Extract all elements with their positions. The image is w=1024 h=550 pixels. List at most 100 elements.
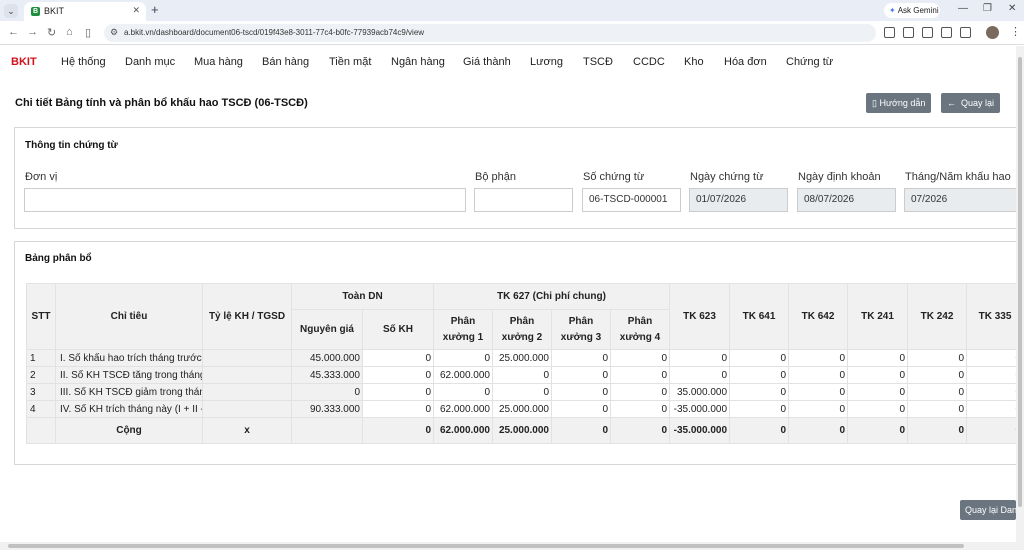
table-row: 1 I. Số khấu hao trích tháng trước 45.00… bbox=[26, 349, 1024, 367]
menu-chung-tu[interactable]: Chứng từ bbox=[786, 56, 833, 68]
row-stt: 1 bbox=[26, 349, 56, 367]
row-ws4: 0 bbox=[609, 349, 671, 367]
menu-ban-hang[interactable]: Bán hàng bbox=[262, 56, 309, 68]
total-tk335: 0 bbox=[966, 417, 1024, 444]
row-indicator: I. Số khấu hao trích tháng trước bbox=[55, 349, 203, 367]
back-arrow-icon[interactable]: ← bbox=[8, 26, 19, 38]
header-tk641: TK 641 bbox=[729, 283, 790, 350]
department-field[interactable] bbox=[474, 188, 573, 212]
page-title: Chi tiết Bảng tính và phân bổ khấu hao T… bbox=[15, 97, 308, 109]
menu-he-thong[interactable]: Hệ thống bbox=[61, 56, 106, 68]
row-tk642: 0 bbox=[788, 366, 849, 384]
menu-tscd[interactable]: TSCĐ bbox=[583, 56, 613, 68]
menu-tien-mat[interactable]: Tiền mặt bbox=[329, 56, 371, 68]
menu-mua-hang[interactable]: Mua hàng bbox=[194, 56, 243, 68]
row-stt: 4 bbox=[26, 400, 56, 418]
back-to-list-button[interactable]: Quay lại Danh sách bbox=[960, 500, 1016, 520]
row-ws1: 0 bbox=[433, 383, 493, 401]
tab-search-icon[interactable]: ⌄ bbox=[4, 4, 18, 18]
row-tk642: 0 bbox=[788, 383, 849, 401]
close-window-icon[interactable]: ✕ bbox=[1008, 3, 1016, 14]
total-label: Cộng bbox=[55, 417, 203, 444]
profile-avatar[interactable] bbox=[986, 26, 999, 39]
total-stt bbox=[26, 417, 56, 444]
vertical-scroll-thumb[interactable] bbox=[1018, 57, 1022, 507]
ask-gemini-button[interactable]: ✦ Ask Gemini bbox=[884, 3, 940, 18]
new-tab-icon[interactable]: + bbox=[151, 3, 159, 17]
row-ws2: 25.000.000 bbox=[492, 400, 552, 418]
minimize-icon[interactable]: — bbox=[958, 3, 968, 14]
row-tk642: 0 bbox=[788, 349, 849, 367]
period-field[interactable]: 07/2026 bbox=[904, 188, 1024, 212]
row-tk335: 0 bbox=[966, 349, 1024, 367]
forward-arrow-icon[interactable]: → bbox=[27, 26, 38, 38]
browser-tab[interactable]: B BKIT ✕ bbox=[24, 2, 146, 21]
row-rate bbox=[202, 349, 292, 367]
horizontal-scroll-thumb[interactable] bbox=[8, 544, 964, 548]
help-button[interactable]: ▯ Hướng dẫn bbox=[866, 93, 932, 113]
sidepanel-icon[interactable]: ▯ bbox=[85, 26, 91, 39]
home-icon[interactable]: ⌂ bbox=[66, 26, 73, 38]
browser-menu-icon[interactable]: ⋮ bbox=[1010, 25, 1021, 38]
row-indicator: III. Số KH TSCĐ giảm trong tháng bbox=[55, 383, 203, 401]
row-tk641: 0 bbox=[729, 383, 790, 401]
app-navbar: BKIT Hệ thống Danh mục Mua hàng Bán hàng… bbox=[0, 46, 1016, 78]
downloads-icon[interactable] bbox=[960, 27, 971, 38]
menu-danh-muc[interactable]: Danh mục bbox=[125, 56, 175, 68]
browser-tab-strip: ⌄ B BKIT ✕ + ✦ Ask Gemini — ❐ ✕ bbox=[0, 0, 1024, 21]
menu-ngan-hang[interactable]: Ngân hàng bbox=[391, 56, 445, 68]
menu-gia-thanh[interactable]: Giá thành bbox=[463, 56, 511, 68]
header-original-cost: Nguyên giá bbox=[291, 309, 363, 350]
close-tab-icon[interactable]: ✕ bbox=[132, 5, 140, 16]
extension-icon[interactable] bbox=[941, 27, 952, 38]
brand-logo[interactable]: BKIT bbox=[11, 56, 37, 68]
row-original-cost: 45.000.000 bbox=[291, 349, 363, 367]
total-ws2: 25.000.000 bbox=[492, 417, 552, 444]
row-stt: 2 bbox=[26, 366, 56, 384]
unit-field[interactable] bbox=[24, 188, 466, 212]
tab-title: BKIT bbox=[44, 6, 65, 16]
menu-kho[interactable]: Kho bbox=[684, 56, 704, 68]
header-tk623: TK 623 bbox=[669, 283, 731, 350]
password-key-icon[interactable] bbox=[884, 27, 895, 38]
row-depr: 0 bbox=[362, 383, 434, 401]
row-depr: 0 bbox=[362, 349, 434, 367]
header-company: Toàn DN bbox=[291, 283, 434, 310]
row-ws3: 0 bbox=[551, 366, 611, 384]
row-tk242: 0 bbox=[907, 400, 968, 418]
posting-date-field[interactable]: 08/07/2026 bbox=[797, 188, 896, 212]
row-tk242: 0 bbox=[907, 349, 968, 367]
table-row: 2 II. Số KH TSCĐ tăng trong tháng 45.333… bbox=[26, 366, 1024, 384]
row-depr: 0 bbox=[362, 366, 434, 384]
doc-no-field[interactable]: 06-TSCD-000001 bbox=[582, 188, 681, 212]
row-ws2: 25.000.000 bbox=[492, 349, 552, 367]
address-bar[interactable]: ⚙ a.bkit.vn/dashboard/document06-tscd/01… bbox=[104, 24, 876, 42]
header-stt: STT bbox=[26, 283, 56, 350]
row-ws4: 0 bbox=[609, 366, 671, 384]
row-ws2: 0 bbox=[492, 366, 552, 384]
reload-icon[interactable]: ↻ bbox=[47, 26, 56, 39]
row-tk641: 0 bbox=[729, 349, 790, 367]
total-tk642: 0 bbox=[788, 417, 849, 444]
row-tk623: 0 bbox=[669, 366, 731, 384]
header-tk241: TK 241 bbox=[847, 283, 909, 350]
total-tk242: 0 bbox=[907, 417, 968, 444]
doc-date-field[interactable]: 01/07/2026 bbox=[689, 188, 788, 212]
site-info-icon[interactable]: ⚙ bbox=[110, 27, 118, 38]
card-icon[interactable] bbox=[903, 27, 914, 38]
total-ws1: 62.000.000 bbox=[433, 417, 493, 444]
url-text: a.bkit.vn/dashboard/document06-tscd/019f… bbox=[124, 28, 425, 37]
menu-hoa-don[interactable]: Hóa đơn bbox=[724, 56, 767, 68]
header-rate: Tỷ lệ KH / TGSD bbox=[202, 283, 292, 350]
menu-ccdc[interactable]: CCDC bbox=[633, 56, 665, 68]
total-tk623: -35.000.000 bbox=[669, 417, 731, 444]
back-button[interactable]: ← Quay lại bbox=[941, 93, 1001, 113]
row-tk623: 35.000.000 bbox=[669, 383, 731, 401]
row-tk641: 0 bbox=[729, 366, 790, 384]
row-tk623: -35.000.000 bbox=[669, 400, 731, 418]
menu-luong[interactable]: Lương bbox=[530, 56, 563, 68]
reading-mode-icon[interactable] bbox=[922, 27, 933, 38]
allocation-section-title: Bảng phân bổ bbox=[25, 253, 92, 264]
restore-icon[interactable]: ❐ bbox=[983, 3, 992, 14]
row-original-cost: 90.333.000 bbox=[291, 400, 363, 418]
